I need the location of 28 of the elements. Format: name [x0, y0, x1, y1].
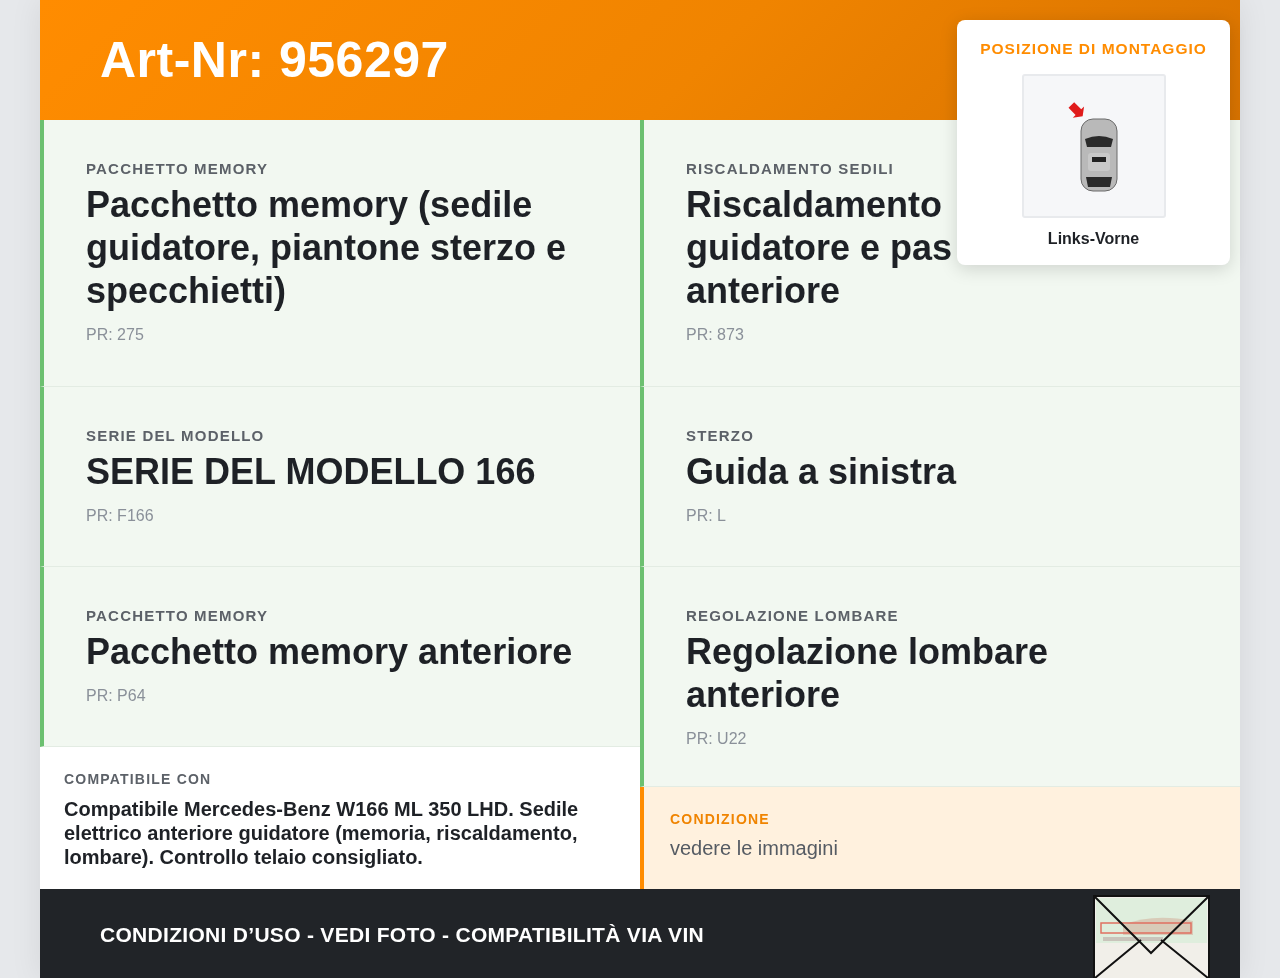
feature-title: Pacchetto memory anteriore [86, 630, 574, 673]
feature-title: Pacchetto memory (sedile guidatore, piantone sterzo e specchietti) [86, 183, 568, 312]
feature-label: RISCALDAMENTO SEDILI [686, 160, 895, 177]
feature-code: PR: P64 [86, 687, 147, 705]
feature-code: PR: 873 [686, 326, 745, 344]
condition-label: CONDIZIONE [670, 811, 771, 827]
condition-text: vedere le immagini [670, 837, 839, 860]
footer-text: CONDIZIONI D’USO - VEDI FOTO - COMPATIBILITÀ VIA VIN [100, 922, 704, 947]
feature-code: PR: 275 [86, 326, 145, 344]
feature-code: PR: U22 [686, 730, 748, 748]
feature-title: guidatore e pas [686, 226, 953, 269]
feature-label: REGOLAZIONE LOMBARE [686, 607, 900, 624]
mount-position-label: Links-Vorne [1047, 230, 1140, 248]
feature-label: PACCHETTO MEMORY [86, 160, 270, 177]
compatibility-text: Compatibile Mercedes-Benz W166 ML 350 LHD. Sedile elettrico anteriore guidatore (memoria, riscaldamento, lombare). Controllo telaio consigliato. [64, 797, 580, 869]
article-number: Art-Nr: 956297 [100, 31, 449, 89]
feature-code: PR: L [686, 507, 727, 525]
feature-label: STERZO [686, 427, 756, 444]
feature-title: anteriore [686, 269, 841, 312]
feature-label: PACCHETTO MEMORY [86, 607, 270, 624]
mount-position-title: POSIZIONE DI MONTAGGIO [980, 40, 1207, 58]
feature-code: PR: F166 [86, 507, 155, 525]
feature-title: Guida a sinistra [686, 450, 958, 493]
feature-label: SERIE DEL MODELLO [86, 427, 266, 444]
feature-title: Regolazione lombare anteriore [686, 630, 1050, 716]
feature-title: Riscaldamento [686, 183, 943, 226]
compatibility-label: COMPATIBILE CON [64, 771, 213, 787]
feature-title: SERIE DEL MODELLO 166 [86, 450, 537, 493]
